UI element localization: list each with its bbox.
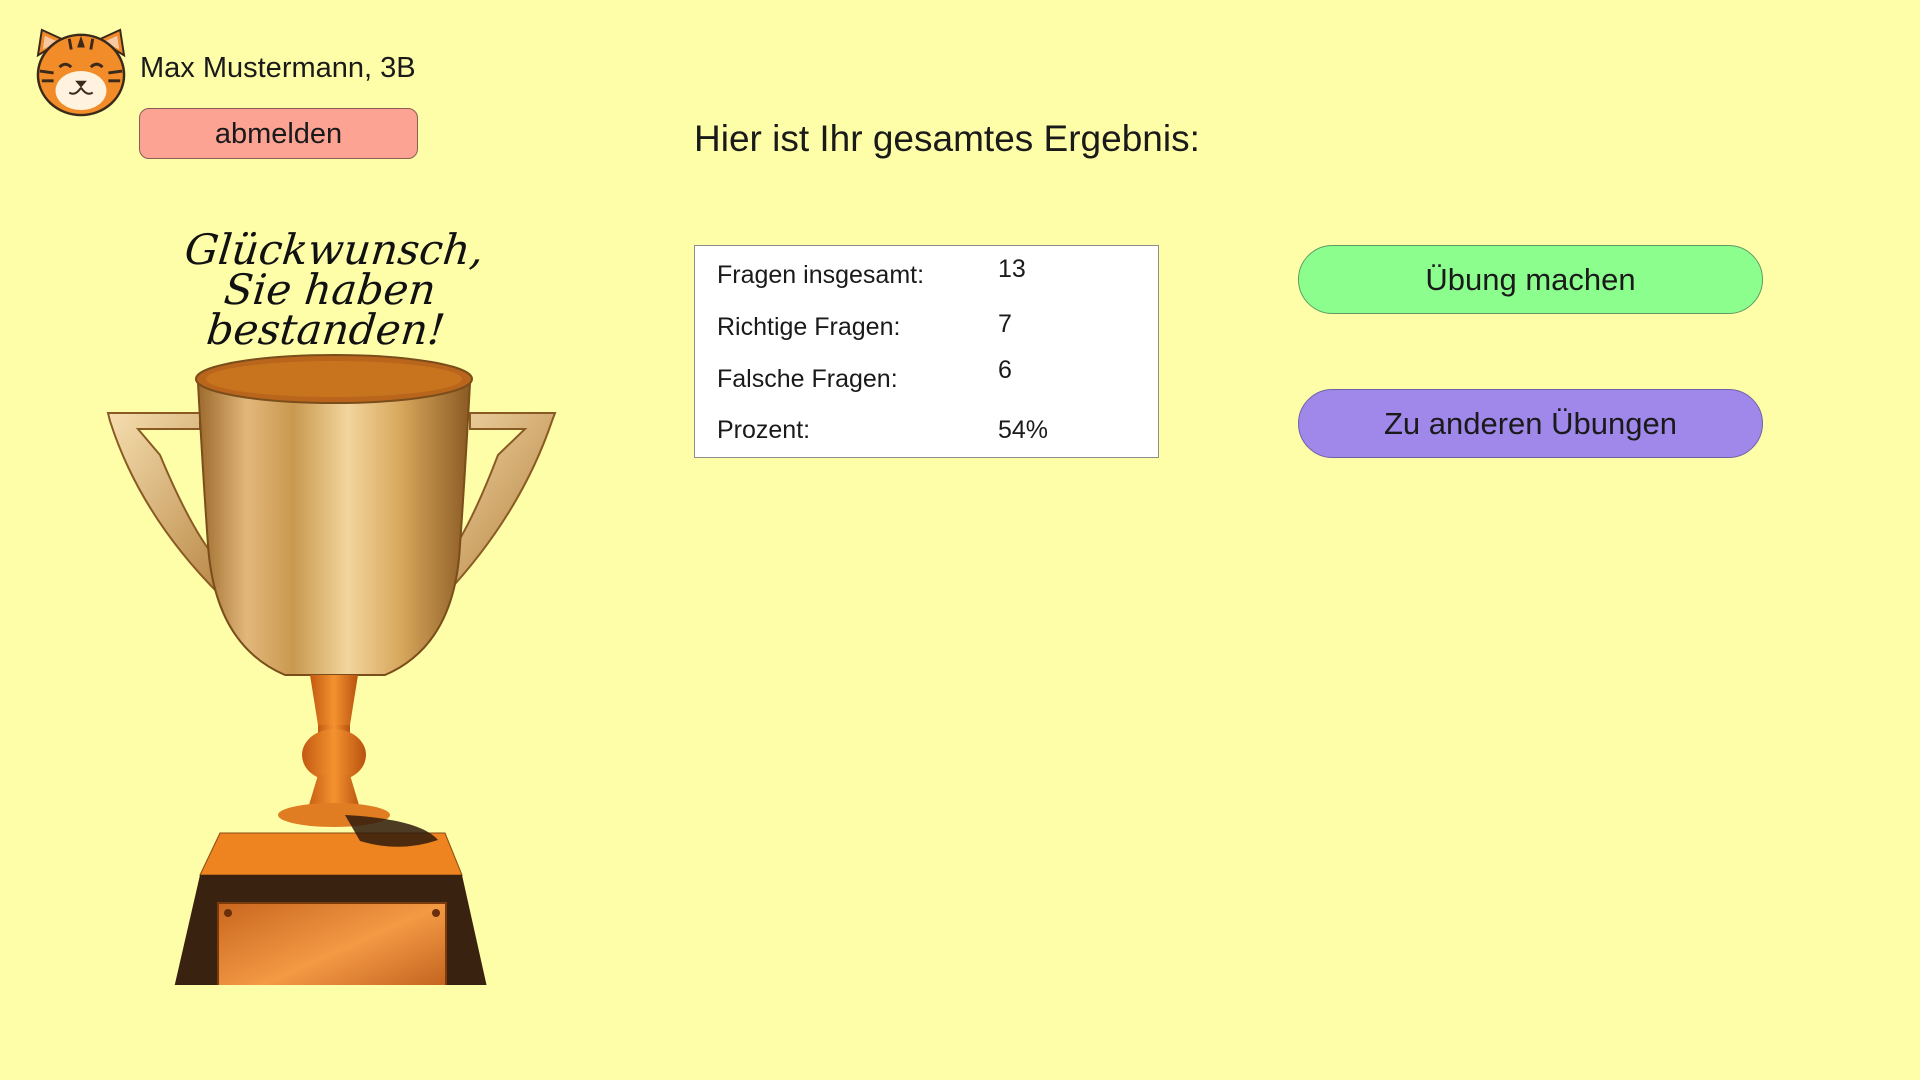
start-exercise-button[interactable]: Übung machen (1298, 245, 1763, 314)
result-label: Richtige Fragen: (717, 313, 901, 341)
result-value: 54% (998, 416, 1049, 444)
result-label: Falsche Fragen: (717, 365, 898, 393)
result-label: Fragen insgesamt: (717, 261, 925, 289)
result-label: Prozent: (717, 416, 811, 444)
result-value: 6 (998, 356, 1012, 384)
result-value: 7 (998, 310, 1012, 338)
result-value: 13 (998, 255, 1026, 283)
congratulations-line-2: Sie haben bestanden! (204, 265, 448, 354)
tiger-face-icon (36, 28, 126, 117)
trophy-icon (106, 354, 557, 985)
result-row-total: Fragen insgesamt: 13 (717, 255, 1137, 292)
result-table: Fragen insgesamt: 13 Richtige Fragen: 7 … (694, 245, 1159, 458)
logout-button[interactable]: abmelden (139, 108, 418, 159)
other-exercises-button[interactable]: Zu anderen Übungen (1298, 389, 1763, 458)
page-title: Hier ist Ihr gesamtes Ergebnis: (694, 118, 1200, 159)
congratulations-line-1: Glückwunsch, (182, 225, 487, 274)
user-name: Max Mustermann, 3B (140, 52, 416, 84)
result-row-wrong: Falsche Fragen: 6 (717, 356, 1137, 396)
congratulations-text: Glückwunsch, Sie haben bestanden! (114, 225, 547, 354)
result-row-percent: Prozent: 54% (717, 413, 1137, 447)
result-row-correct: Richtige Fragen: 7 (717, 310, 1137, 344)
